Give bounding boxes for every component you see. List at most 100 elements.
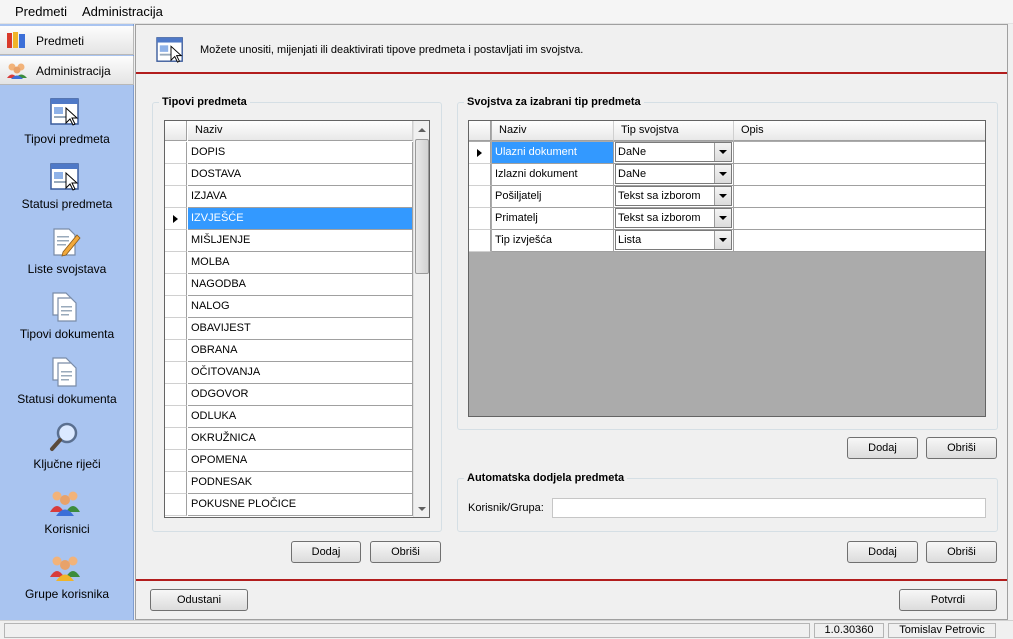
row-header[interactable]	[165, 472, 187, 494]
property-name-cell[interactable]: Ulazni dokument	[492, 142, 614, 164]
table-row[interactable]: ODGOVOR	[188, 384, 413, 406]
svojstva-grid: Naziv Tip svojstva Opis Ulazni dokument D…	[468, 120, 986, 417]
window-cursor-icon	[50, 163, 79, 191]
nav-item-tipovi-predmeta[interactable]: Tipovi predmeta	[0, 88, 134, 153]
row-header[interactable]	[165, 450, 187, 472]
row-header[interactable]	[469, 142, 491, 164]
menu-administracija[interactable]: Administracija	[82, 4, 163, 19]
row-header[interactable]	[165, 406, 187, 428]
row-header[interactable]	[165, 230, 187, 252]
property-type-select[interactable]: Lista	[615, 230, 732, 250]
row-header[interactable]	[165, 318, 187, 340]
scroll-thumb[interactable]	[415, 139, 429, 274]
confirm-button[interactable]: Potvrdi	[899, 589, 997, 611]
row-header[interactable]	[165, 340, 187, 362]
nav-header-label: Administracija	[36, 64, 111, 78]
chevron-down-icon[interactable]	[714, 143, 731, 161]
row-header[interactable]	[469, 186, 491, 208]
property-type-select[interactable]: DaNe	[615, 142, 732, 162]
chevron-down-icon[interactable]	[714, 231, 731, 249]
property-type-value: Lista	[618, 234, 642, 246]
nav-item-kljucne-rijeci[interactable]: Ključne riječi	[0, 413, 134, 478]
property-type-select[interactable]: DaNe	[615, 164, 732, 184]
row-header[interactable]	[165, 164, 187, 186]
table-row[interactable]: POKUSNE PLOČICE	[188, 494, 413, 516]
tipovi-remove-button[interactable]: Obriši	[370, 541, 441, 563]
chevron-down-icon[interactable]	[714, 209, 731, 227]
column-header-naziv[interactable]: Naziv	[492, 121, 614, 141]
property-type-select[interactable]: Tekst sa izborom	[615, 208, 732, 228]
table-row[interactable]: OBAVIJEST	[188, 318, 413, 340]
tipovi-add-button[interactable]: Dodaj	[291, 541, 361, 563]
scroll-up-button[interactable]	[414, 122, 429, 138]
row-header[interactable]	[165, 428, 187, 450]
tipovi-scrollbar[interactable]	[413, 121, 429, 517]
property-description-cell[interactable]	[734, 142, 985, 164]
table-row[interactable]: OČITOVANJA	[188, 362, 413, 384]
property-description-cell[interactable]	[734, 230, 985, 252]
row-header[interactable]	[469, 230, 491, 252]
row-header[interactable]	[165, 142, 187, 164]
row-header[interactable]	[469, 164, 491, 186]
window-cursor-icon	[50, 98, 79, 126]
tipovi-predmeta-title: Tipovi predmeta	[159, 96, 250, 108]
row-header[interactable]	[165, 208, 187, 230]
menu-predmeti[interactable]: Predmeti	[15, 4, 67, 19]
table-row[interactable]: PODNESAK	[188, 472, 413, 494]
documents-icon	[52, 357, 77, 387]
table-row[interactable]: DOSTAVA	[188, 164, 413, 186]
table-row[interactable]: NAGODBA	[188, 274, 413, 296]
row-header[interactable]	[165, 252, 187, 274]
chevron-down-icon[interactable]	[714, 165, 731, 183]
nav-item-label: Liste svojstava	[27, 262, 107, 276]
scroll-down-button[interactable]	[414, 501, 429, 517]
nav-item-statusi-dokumenta[interactable]: Statusi dokumenta	[0, 348, 134, 413]
korisnik-grupa-input[interactable]	[552, 498, 986, 518]
column-header-opis[interactable]: Opis	[734, 121, 985, 141]
row-header[interactable]	[165, 296, 187, 318]
nav-header-predmeti[interactable]: Predmeti	[0, 26, 134, 55]
property-name-cell[interactable]: Tip izvješća	[492, 230, 614, 252]
svojstva-add-button[interactable]: Dodaj	[847, 437, 918, 459]
row-header[interactable]	[165, 274, 187, 296]
table-row[interactable]: DOPIS	[188, 142, 413, 164]
nav-item-grupe-korisnika[interactable]: Grupe korisnika	[0, 543, 134, 608]
dodjela-remove-button[interactable]: Obriši	[926, 541, 997, 563]
property-description-cell[interactable]	[734, 186, 985, 208]
nav-item-tipovi-dokumenta[interactable]: Tipovi dokumenta	[0, 283, 134, 348]
row-header[interactable]	[165, 384, 187, 406]
property-type-select[interactable]: Tekst sa izborom	[615, 186, 732, 206]
nav-item-statusi-predmeta[interactable]: Statusi predmeta	[0, 153, 134, 218]
column-header-tip-svojstva[interactable]: Tip svojstva	[614, 121, 734, 141]
table-row[interactable]: MIŠLJENJE	[188, 230, 413, 252]
table-row[interactable]: NALOG	[188, 296, 413, 318]
nav-item-korisnici[interactable]: Korisnici	[0, 478, 134, 543]
table-row[interactable]: OKRUŽNICA	[188, 428, 413, 450]
nav-item-liste-svojstava[interactable]: Liste svojstava	[0, 218, 134, 283]
property-description-cell[interactable]	[734, 208, 985, 230]
info-text: Možete unositi, mijenjati ili deaktivira…	[200, 44, 584, 56]
table-row[interactable]: MOLBA	[188, 252, 413, 274]
table-row[interactable]: OPOMENA	[188, 450, 413, 472]
column-header-naziv[interactable]: Naziv	[188, 121, 413, 141]
property-name-cell[interactable]: Primatelj	[492, 208, 614, 230]
nav-item-label: Statusi dokumenta	[17, 392, 117, 406]
cancel-button[interactable]: Odustani	[150, 589, 248, 611]
table-row[interactable]: IZVJEŠĆE	[188, 208, 413, 230]
table-row[interactable]: ODLUKA	[188, 406, 413, 428]
row-header[interactable]	[165, 494, 187, 516]
svojstva-remove-button[interactable]: Obriši	[926, 437, 997, 459]
row-header[interactable]	[165, 186, 187, 208]
property-description-cell[interactable]	[734, 164, 985, 186]
property-type-cell: Tekst sa izborom	[614, 208, 734, 230]
nav-header-administracija[interactable]: Administracija	[0, 56, 134, 85]
table-row[interactable]: IZJAVA	[188, 186, 413, 208]
row-header[interactable]	[165, 362, 187, 384]
nav-header-label: Predmeti	[36, 34, 85, 48]
chevron-down-icon[interactable]	[714, 187, 731, 205]
row-header[interactable]	[469, 208, 491, 230]
property-name-cell[interactable]: Pošiljatelj	[492, 186, 614, 208]
dodjela-add-button[interactable]: Dodaj	[847, 541, 918, 563]
table-row[interactable]: OBRANA	[188, 340, 413, 362]
property-name-cell[interactable]: Izlazni dokument	[492, 164, 614, 186]
